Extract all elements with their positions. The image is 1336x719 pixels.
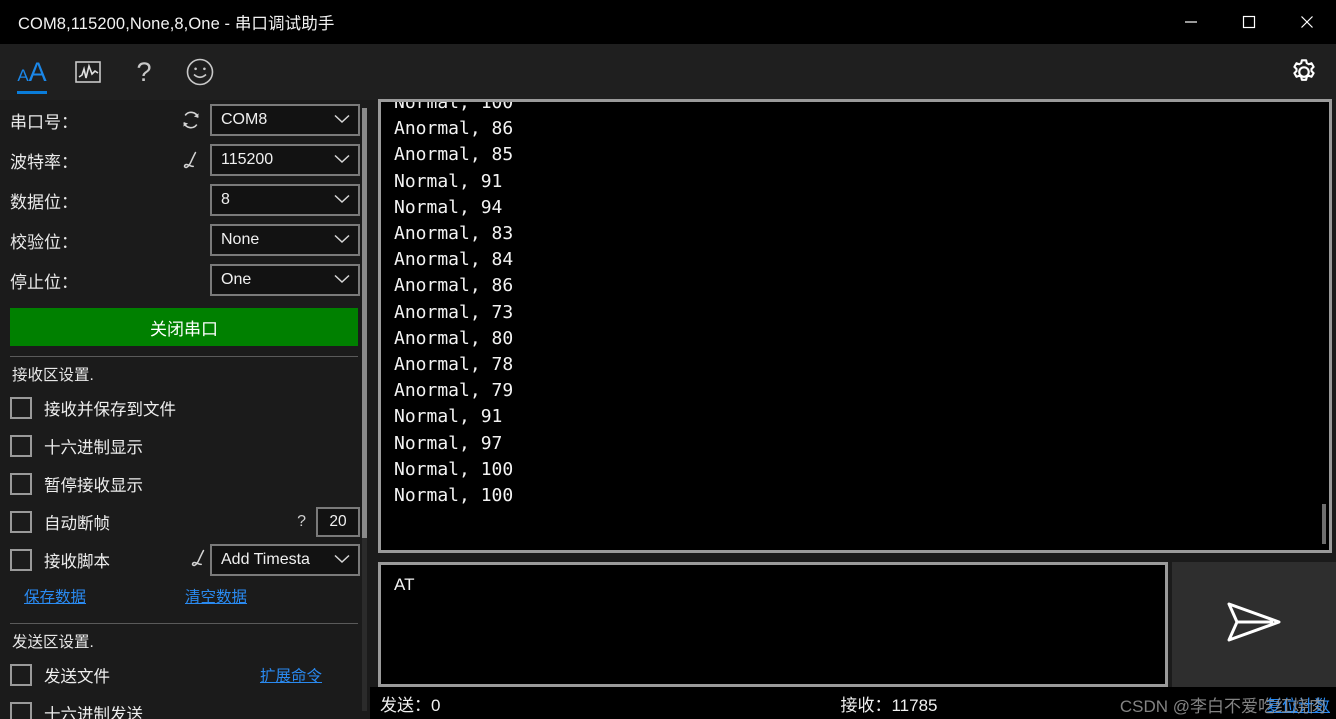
auto-frame-input[interactable]: 20 bbox=[316, 507, 360, 537]
chevron-down-icon bbox=[334, 271, 350, 289]
window-controls bbox=[1162, 0, 1336, 44]
refresh-icon[interactable] bbox=[180, 109, 202, 131]
checkbox-label-auto-frame: 自动断帧 bbox=[44, 515, 110, 533]
stopbits-value: One bbox=[221, 271, 252, 288]
parity-label: 校验位： bbox=[10, 232, 78, 252]
help-question-icon[interactable]: ? bbox=[116, 44, 172, 100]
send-textarea[interactable]: AT bbox=[378, 562, 1168, 687]
extend-command-link[interactable]: 扩展命令 bbox=[260, 664, 322, 686]
stopbits-row: 停止位： One bbox=[10, 260, 360, 300]
sidebar-scrollbar[interactable] bbox=[362, 108, 367, 711]
checkbox-row-pause-display[interactable]: 暂停接收显示 bbox=[10, 465, 360, 503]
stopbits-select[interactable]: One bbox=[210, 264, 360, 296]
port-label: 串口号： bbox=[10, 112, 78, 132]
maximize-button[interactable] bbox=[1220, 0, 1278, 44]
stopbits-label: 停止位： bbox=[10, 272, 78, 292]
receive-text-content: Normal, 100 Anormal, 86 Anormal, 85 Norm… bbox=[394, 99, 514, 507]
receive-scrollbar-thumb[interactable] bbox=[1322, 504, 1326, 544]
checkbox-auto-frame[interactable] bbox=[10, 511, 32, 533]
help-question-glyph: ? bbox=[136, 56, 152, 87]
checkbox-hex-display[interactable] bbox=[10, 435, 32, 457]
status-bar: 发送：0 接收：11785 复位计数 bbox=[370, 687, 1336, 719]
port-value: COM8 bbox=[221, 111, 268, 128]
checkbox-row-auto-frame[interactable]: 自动断帧 ? 20 bbox=[10, 503, 360, 541]
script-icon[interactable] bbox=[180, 149, 202, 171]
parity-row: 校验位： None bbox=[10, 220, 360, 260]
baud-select[interactable]: 115200 bbox=[210, 144, 360, 176]
font-size-small-a: A bbox=[17, 65, 29, 85]
baud-row: 波特率： 115200 bbox=[10, 140, 360, 180]
title-bar: COM8,115200,None,8,One - 串口调试助手 bbox=[0, 0, 1336, 44]
received-count: 接收：11785 bbox=[840, 695, 938, 715]
sidebar-scrollbar-thumb[interactable] bbox=[362, 108, 367, 538]
send-button[interactable] bbox=[1172, 562, 1336, 687]
chevron-down-icon bbox=[334, 111, 350, 129]
databits-row: 数据位： 8 bbox=[10, 180, 360, 220]
receive-textarea[interactable]: Normal, 100 Anormal, 86 Anormal, 85 Norm… bbox=[378, 99, 1332, 553]
chevron-down-icon bbox=[334, 151, 350, 169]
chevron-down-icon bbox=[334, 191, 350, 209]
receive-settings-title: 接收区设置. bbox=[12, 367, 94, 384]
databits-select[interactable]: 8 bbox=[210, 184, 360, 216]
checkbox-label-send-file: 发送文件 bbox=[44, 668, 110, 686]
script-icon[interactable] bbox=[188, 547, 210, 574]
checkbox-pause-display[interactable] bbox=[10, 473, 32, 495]
checkbox-label-hex-send: 十六进制发送 bbox=[44, 706, 143, 719]
close-button[interactable] bbox=[1278, 0, 1336, 44]
settings-sidebar: 串口号： COM8 波特率： 115200 数据位： 8 校验位： None 停… bbox=[0, 100, 370, 719]
receive-script-select[interactable]: Add Timesta bbox=[210, 544, 360, 576]
checkbox-receive-script[interactable] bbox=[10, 549, 32, 571]
reset-counter-link[interactable]: 复位计数 bbox=[1266, 692, 1330, 716]
receive-script-value: Add Timesta bbox=[221, 551, 310, 568]
checkbox-row-save-to-file[interactable]: 接收并保存到文件 bbox=[10, 389, 360, 427]
smiley-face-icon[interactable] bbox=[172, 44, 228, 100]
databits-label: 数据位： bbox=[10, 192, 78, 212]
chevron-down-icon bbox=[334, 551, 350, 569]
databits-value: 8 bbox=[221, 191, 230, 208]
window-title: COM8,115200,None,8,One - 串口调试助手 bbox=[18, 15, 335, 33]
font-size-icon[interactable]: AA bbox=[4, 44, 60, 100]
auto-frame-help-icon[interactable]: ? bbox=[297, 513, 306, 531]
serial-debug-assistant-window: COM8,115200,None,8,One - 串口调试助手 AA ? 串口号… bbox=[0, 0, 1336, 719]
sent-count: 发送：0 bbox=[380, 695, 441, 715]
checkbox-label-pause-display: 暂停接收显示 bbox=[44, 477, 143, 495]
port-select[interactable]: COM8 bbox=[210, 104, 360, 136]
chevron-down-icon bbox=[334, 231, 350, 249]
checkbox-row-hex-send[interactable]: 十六进制发送 bbox=[10, 694, 360, 719]
port-row: 串口号： COM8 bbox=[10, 100, 360, 140]
checkbox-hex-send[interactable] bbox=[10, 702, 32, 719]
checkbox-row-hex-display[interactable]: 十六进制显示 bbox=[10, 427, 360, 465]
waveform-plot-icon[interactable] bbox=[60, 44, 116, 100]
send-text-content: AT bbox=[394, 575, 415, 594]
checkbox-save-to-file[interactable] bbox=[10, 397, 32, 419]
parity-select[interactable]: None bbox=[210, 224, 360, 256]
divider bbox=[10, 356, 358, 357]
checkbox-label-receive-script: 接收脚本 bbox=[44, 553, 110, 571]
checkbox-send-file[interactable] bbox=[10, 664, 32, 686]
paper-plane-icon bbox=[1223, 598, 1285, 651]
checkbox-label-hex-display: 十六进制显示 bbox=[44, 439, 143, 457]
divider bbox=[10, 623, 358, 624]
send-settings-title: 发送区设置. bbox=[12, 634, 94, 651]
gear-icon[interactable] bbox=[1272, 44, 1336, 100]
checkbox-row-receive-script[interactable]: 接收脚本 Add Timesta bbox=[10, 541, 360, 579]
baud-value: 115200 bbox=[221, 151, 274, 168]
save-data-link[interactable]: 保存数据 bbox=[24, 585, 86, 607]
parity-value: None bbox=[221, 231, 260, 248]
close-port-button[interactable]: 关闭串口 bbox=[10, 308, 358, 346]
minimize-button[interactable] bbox=[1162, 0, 1220, 44]
baud-label: 波特率： bbox=[10, 152, 78, 172]
font-size-big-a: A bbox=[28, 56, 47, 87]
checkbox-label-save-to-file: 接收并保存到文件 bbox=[44, 401, 176, 419]
toolbar: AA ? bbox=[0, 44, 1336, 100]
checkbox-row-send-file[interactable]: 发送文件 扩展命令 bbox=[10, 656, 360, 694]
receive-links-row: 保存数据 清空数据 bbox=[10, 579, 360, 613]
clear-data-link[interactable]: 清空数据 bbox=[185, 585, 247, 607]
